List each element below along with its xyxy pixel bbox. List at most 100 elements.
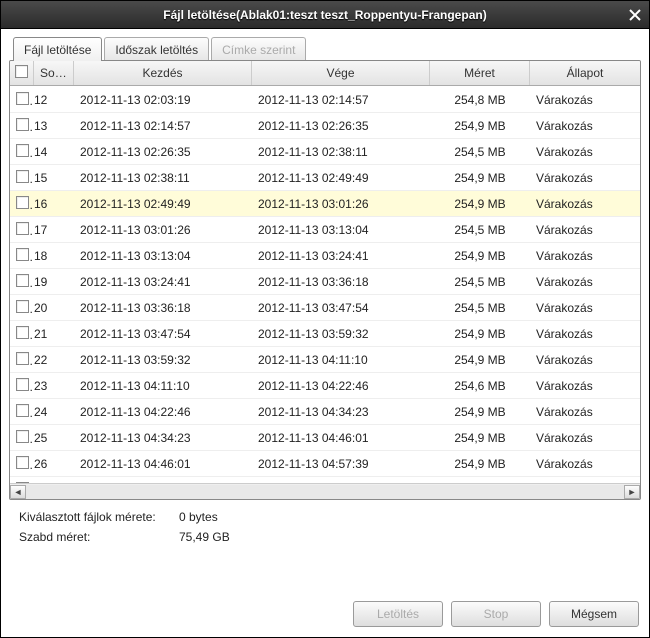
scroll-track[interactable] [26,485,624,499]
cell-seq: 26 [34,457,74,471]
download-button[interactable]: Letöltés [353,601,443,627]
column-header-status[interactable]: Állapot [530,61,640,85]
cell-status: Várakozás [530,327,640,341]
row-checkbox[interactable] [10,144,34,160]
cell-status: Várakozás [530,353,640,367]
checkbox-icon [15,65,28,78]
cell-size: 254,9 MB [430,353,530,367]
cell-seq: 24 [34,405,74,419]
window-title: Fájl letöltése(Ablak01:teszt teszt_Roppe… [163,8,486,22]
checkbox-icon [16,118,29,131]
horizontal-scrollbar[interactable]: ◄ ► [10,483,640,499]
cell-status: Várakozás [530,223,640,237]
row-checkbox[interactable] [10,404,34,420]
cell-start: 2012-11-13 04:46:01 [74,457,252,471]
cell-status: Várakozás [530,197,640,211]
table-row[interactable]: 262012-11-13 04:46:012012-11-13 04:57:39… [10,451,640,477]
cell-end: 2012-11-13 03:47:54 [252,301,430,315]
chevron-left-icon: ◄ [14,487,23,497]
checkbox-icon [16,300,29,313]
table-row[interactable]: 152012-11-13 02:38:112012-11-13 02:49:49… [10,165,640,191]
column-header-checkbox[interactable] [10,61,34,85]
checkbox-icon [16,456,29,469]
cell-status: Várakozás [530,119,640,133]
table-row[interactable]: 222012-11-13 03:59:322012-11-13 04:11:10… [10,347,640,373]
table-row[interactable]: 242012-11-13 04:22:462012-11-13 04:34:23… [10,399,640,425]
cell-seq: 19 [34,275,74,289]
cell-status: Várakozás [530,301,640,315]
cancel-button[interactable]: Mégsem [549,601,639,627]
cell-seq: 15 [34,171,74,185]
table-row[interactable]: 252012-11-13 04:34:232012-11-13 04:46:01… [10,425,640,451]
row-checkbox[interactable] [10,430,34,446]
row-checkbox[interactable] [10,170,34,186]
checkbox-icon [16,196,29,209]
row-checkbox[interactable] [10,300,34,316]
grid-body[interactable]: 122012-11-13 02:03:192012-11-13 02:14:57… [10,87,640,483]
cell-size: 254,5 MB [430,145,530,159]
row-checkbox[interactable] [10,222,34,238]
table-row[interactable]: 122012-11-13 02:03:192012-11-13 02:14:57… [10,87,640,113]
button-bar: Letöltés Stop Mégsem [353,601,639,627]
cell-start: 2012-11-13 02:49:49 [74,197,252,211]
table-row[interactable]: 212012-11-13 03:47:542012-11-13 03:59:32… [10,321,640,347]
content: Fájl letöltéseIdőszak letöltésCímke szer… [1,29,649,637]
table-row[interactable]: 142012-11-13 02:26:352012-11-13 02:38:11… [10,139,640,165]
cell-start: 2012-11-13 03:13:04 [74,249,252,263]
row-checkbox[interactable] [10,274,34,290]
scroll-left-button[interactable]: ◄ [10,485,26,499]
cell-status: Várakozás [530,275,640,289]
table-row[interactable]: 182012-11-13 03:13:042012-11-13 03:24:41… [10,243,640,269]
cell-size: 254,9 MB [430,119,530,133]
scroll-right-button[interactable]: ► [624,485,640,499]
table-row[interactable]: 232012-11-13 04:11:102012-11-13 04:22:46… [10,373,640,399]
grid-header: Sorszám Kezdés Vége Méret Állapot [10,61,640,86]
cell-end: 2012-11-13 04:57:39 [252,457,430,471]
table-row[interactable]: 202012-11-13 03:36:182012-11-13 03:47:54… [10,295,640,321]
cell-start: 2012-11-13 03:24:41 [74,275,252,289]
cell-status: Várakozás [530,405,640,419]
cell-end: 2012-11-13 02:14:57 [252,93,430,107]
cell-seq: 13 [34,119,74,133]
footer: Kiválasztott fájlok mérete: 0 bytes Szab… [9,500,641,544]
stop-button[interactable]: Stop [451,601,541,627]
cell-end: 2012-11-13 03:59:32 [252,327,430,341]
row-checkbox[interactable] [10,456,34,472]
row-checkbox[interactable] [10,378,34,394]
cell-size: 254,9 MB [430,327,530,341]
cell-seq: 14 [34,145,74,159]
column-header-start[interactable]: Kezdés [74,61,252,85]
row-checkbox[interactable] [10,326,34,342]
cell-seq: 17 [34,223,74,237]
row-checkbox[interactable] [10,118,34,134]
cell-status: Várakozás [530,145,640,159]
cell-start: 2012-11-13 03:59:32 [74,353,252,367]
cell-size: 254,5 MB [430,223,530,237]
row-checkbox[interactable] [10,92,34,108]
row-checkbox[interactable] [10,248,34,264]
selected-size-label: Kiválasztott fájlok mérete: [19,510,179,524]
cell-start: 2012-11-13 02:14:57 [74,119,252,133]
cell-start: 2012-11-13 03:47:54 [74,327,252,341]
table-row[interactable]: 192012-11-13 03:24:412012-11-13 03:36:18… [10,269,640,295]
column-header-seq[interactable]: Sorszám [34,61,74,85]
checkbox-icon [16,404,29,417]
table-row[interactable]: 162012-11-13 02:49:492012-11-13 03:01:26… [10,191,640,217]
close-button[interactable] [625,5,645,25]
cell-size: 254,8 MB [430,93,530,107]
column-header-size[interactable]: Méret [430,61,530,85]
cell-end: 2012-11-13 02:49:49 [252,171,430,185]
cell-size: 254,9 MB [430,171,530,185]
table-row[interactable]: 172012-11-13 03:01:262012-11-13 03:13:04… [10,217,640,243]
column-header-end[interactable]: Vége [252,61,430,85]
cell-end: 2012-11-13 04:34:23 [252,405,430,419]
tab-file-download[interactable]: Fájl letöltése [13,37,102,61]
table-row[interactable]: 132012-11-13 02:14:572012-11-13 02:26:35… [10,113,640,139]
cell-status: Várakozás [530,93,640,107]
row-checkbox[interactable] [10,196,34,212]
tab-period-download[interactable]: Időszak letöltés [104,37,209,61]
cell-seq: 12 [34,93,74,107]
checkbox-icon [16,430,29,443]
tab-by-label[interactable]: Címke szerint [211,37,306,61]
row-checkbox[interactable] [10,352,34,368]
